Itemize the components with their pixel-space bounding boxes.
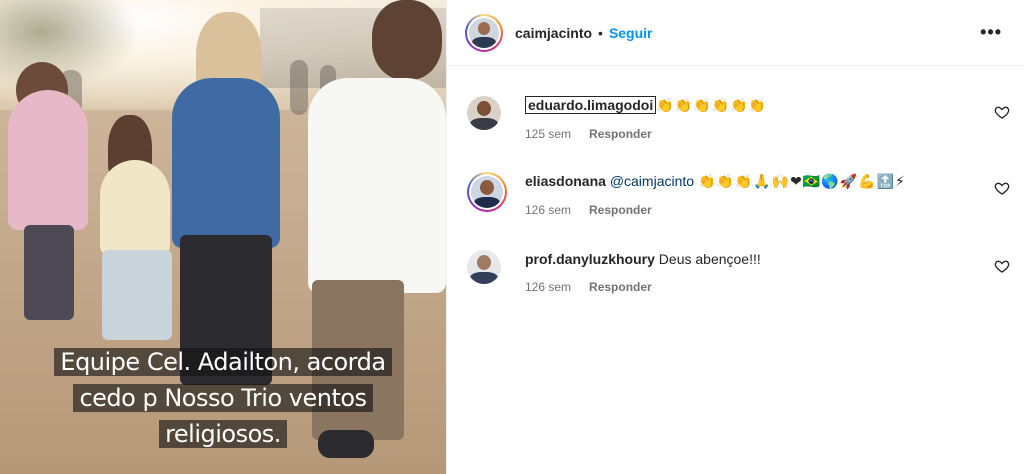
comment-emoji: 👏👏👏🙏🙌❤🇧🇷🌎🚀💪🔝⚡ [697, 174, 906, 190]
mention-link[interactable]: @caimjacinto [610, 173, 694, 189]
comment-item: prof.danyluzkhoury Deus abençoe!!! 126 s… [465, 250, 1010, 300]
avatar-image [469, 17, 499, 48]
comment-item: eliasdonana @caimjacinto 👏👏👏🙏🙌❤🇧🇷🌎🚀💪🔝⚡ 1… [465, 172, 1010, 222]
comment-item: eduardo.limagodoi 👏👏👏👏👏👏 125 sem Responde… [465, 96, 1010, 146]
reply-button[interactable]: Responder [589, 203, 652, 217]
reply-button[interactable]: Responder [589, 127, 652, 141]
caption-text: religiosos. [159, 420, 287, 448]
small-girl-skirt [102, 250, 172, 340]
caption-line: religiosos. [0, 417, 446, 451]
reply-button[interactable]: Responder [589, 280, 652, 294]
girl-pink-jacket [8, 90, 88, 230]
post-header: caimjacinto • Seguir ••• [447, 0, 1024, 66]
author-username[interactable]: caimjacinto [515, 25, 592, 41]
commenter-avatar[interactable] [467, 250, 501, 284]
commenter-username[interactable]: eliasdonana [525, 173, 606, 189]
heart-icon[interactable] [994, 258, 1010, 274]
author-avatar[interactable] [465, 13, 503, 52]
caption-text: Equipe Cel. Adailton, acorda [54, 348, 392, 376]
commenter-avatar[interactable] [467, 172, 507, 212]
comments-panel: caimjacinto • Seguir ••• eduardo.limagod… [446, 0, 1024, 474]
woman-blue-shirt [172, 78, 280, 248]
heart-icon[interactable] [994, 104, 1010, 120]
follow-button[interactable]: Seguir [609, 25, 653, 41]
girl-legs [24, 225, 74, 320]
comment-time: 126 sem [525, 280, 572, 294]
commenter-username[interactable]: prof.danyluzkhoury [525, 251, 655, 267]
comment-time: 125 sem [525, 127, 572, 141]
separator-dot: • [598, 24, 603, 41]
more-options-icon[interactable]: ••• [980, 22, 1002, 43]
comment-text: Deus abençoe!!! [658, 251, 761, 267]
comment-time: 126 sem [525, 203, 572, 217]
commenter-username[interactable]: eduardo.limagodoi [525, 96, 657, 114]
post-media[interactable]: Equipe Cel. Adailton, acorda cedo p Noss… [0, 0, 446, 474]
caption-text: cedo p Nosso Trio ventos [73, 384, 373, 412]
comment-emoji: 👏👏👏👏👏👏 [656, 98, 767, 114]
background-person [290, 60, 308, 115]
commenter-avatar[interactable] [467, 96, 501, 130]
small-girl [100, 160, 170, 255]
caption-line: cedo p Nosso Trio ventos [0, 381, 446, 415]
heart-icon[interactable] [994, 180, 1010, 196]
caption-line: Equipe Cel. Adailton, acorda [0, 345, 446, 379]
boy-head [372, 0, 442, 80]
boy-white-shirt [308, 78, 446, 293]
